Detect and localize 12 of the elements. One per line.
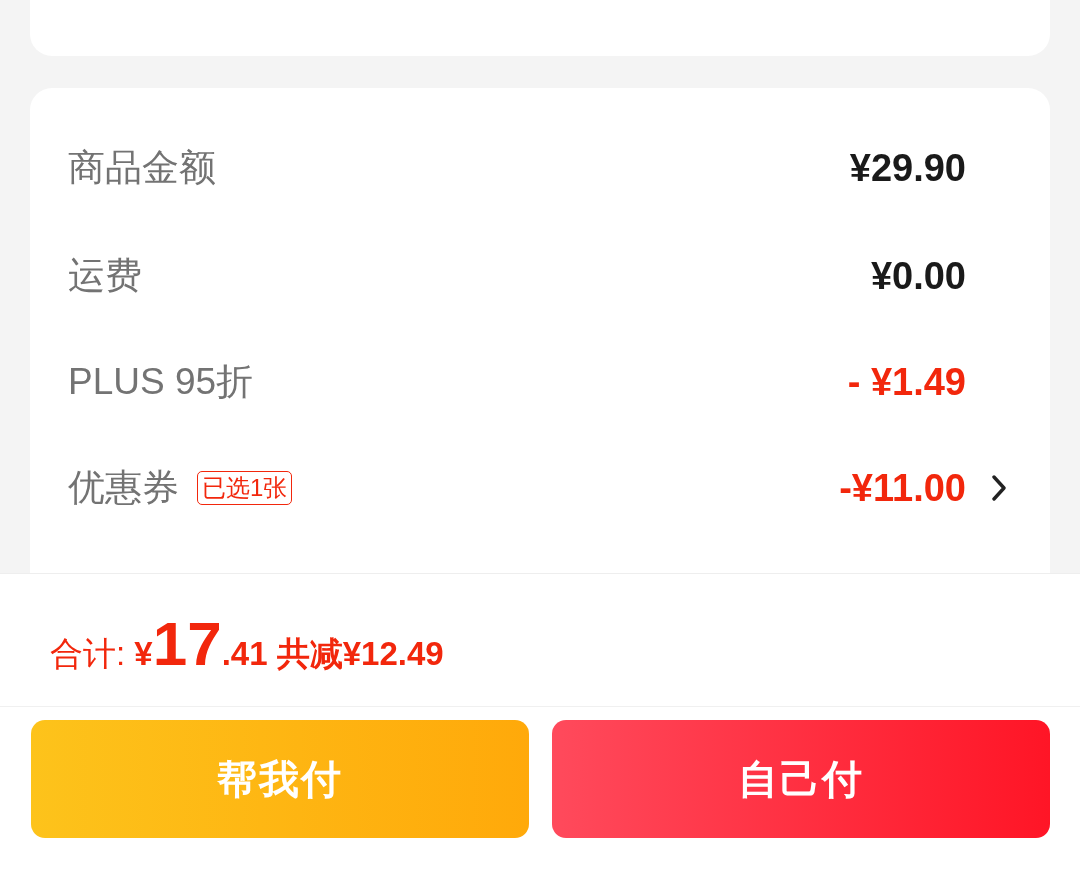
row-amount: ¥0.00 bbox=[870, 253, 966, 299]
row-label: 运费 bbox=[68, 254, 142, 299]
chevron-right-icon[interactable] bbox=[992, 475, 1006, 501]
pay-myself-button[interactable]: 自己付 bbox=[552, 720, 1050, 838]
discount-amount: -¥11.00 bbox=[839, 465, 966, 511]
row-label: 优惠券 bbox=[68, 466, 179, 511]
discount-amount: - ¥1.49 bbox=[847, 359, 966, 405]
row-label: 商品金额 bbox=[68, 146, 216, 191]
coupon-tag: 已选1张 bbox=[197, 471, 293, 505]
row-label: PLUS 95折 bbox=[68, 360, 254, 405]
order-total: 合计: ¥17.41 共减¥12.49 bbox=[50, 613, 444, 675]
row-amount: ¥29.90 bbox=[849, 145, 966, 191]
